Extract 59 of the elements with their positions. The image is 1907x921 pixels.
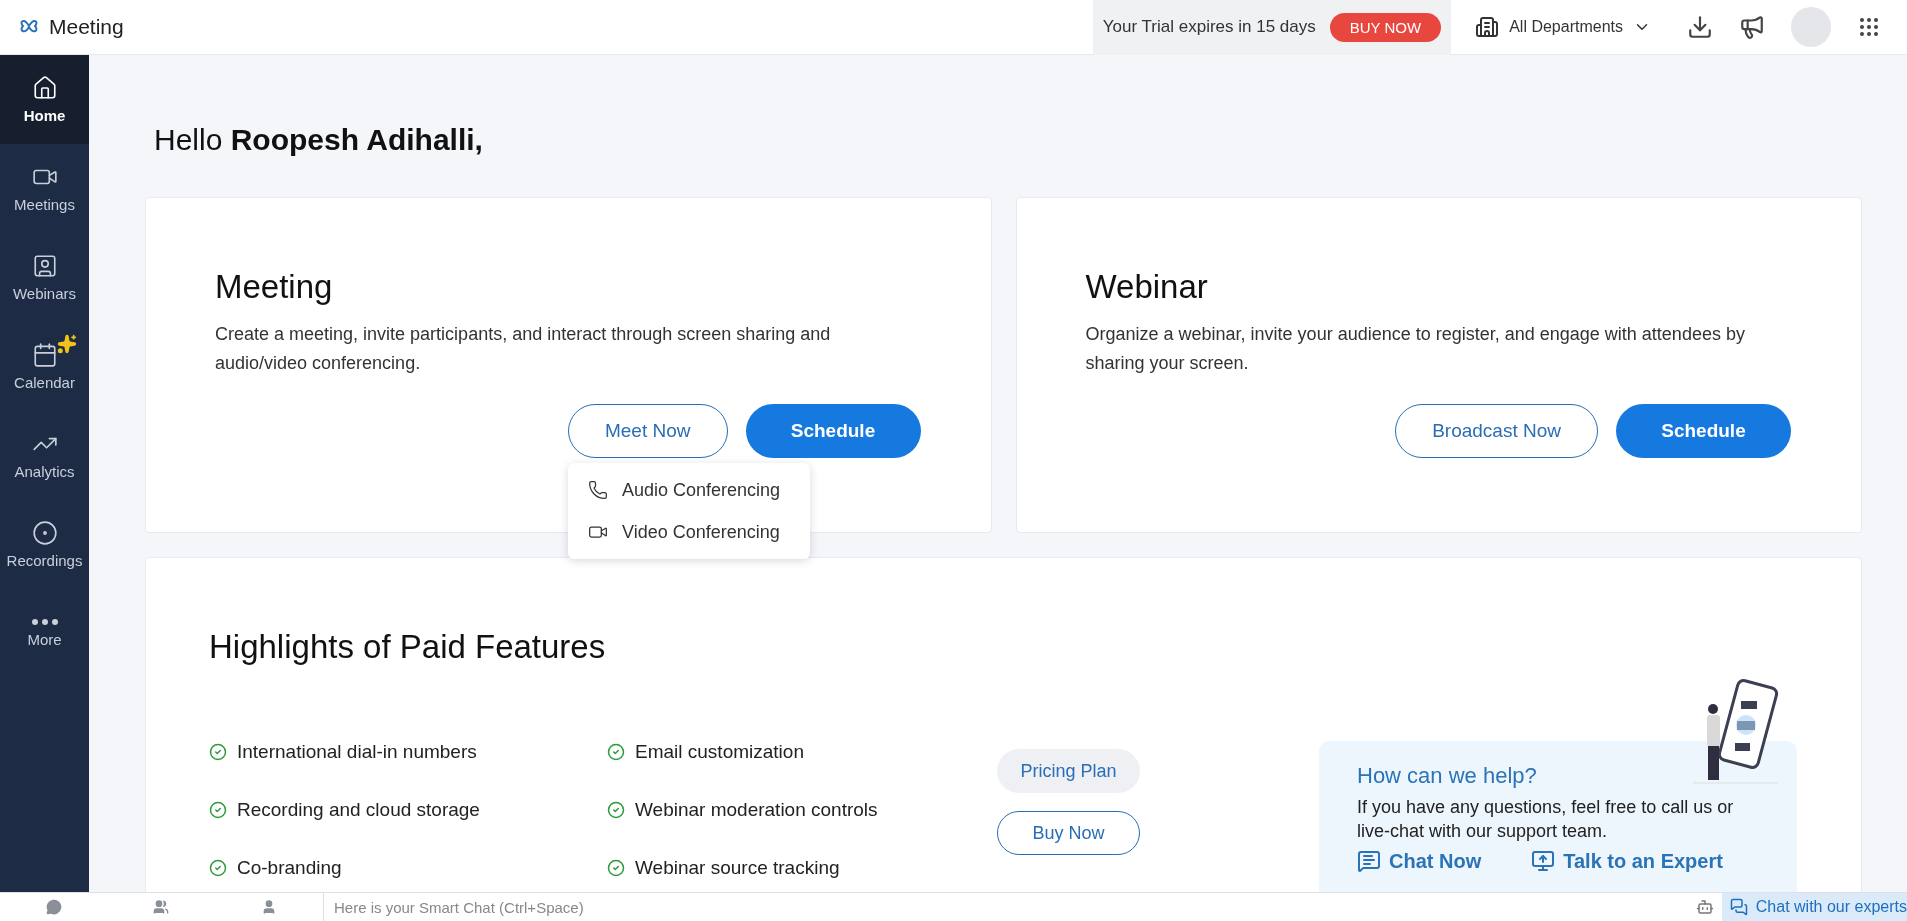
feature-text: Webinar moderation controls (635, 799, 878, 821)
help-title: How can we help? (1357, 763, 1538, 789)
talk-to-expert-link[interactable]: Talk to an Expert (1531, 849, 1723, 873)
sidebar-item[interactable]: Webinars (0, 233, 89, 322)
chat-icon (1357, 849, 1381, 873)
apps-grid-icon[interactable] (1857, 15, 1881, 39)
secondary-button[interactable]: Meet Now (567, 404, 728, 458)
more-icon (31, 619, 58, 625)
menu-item[interactable]: Video Conferencing (567, 511, 810, 553)
sidebar-item[interactable]: Meetings (0, 144, 89, 233)
chat-bubble-icon[interactable] (45, 899, 62, 915)
people-icon[interactable] (153, 899, 170, 915)
pricing-plan-button[interactable]: Pricing Plan (997, 749, 1140, 793)
buy-now-button[interactable]: BUY NOW (1329, 12, 1442, 42)
trial-text: Your Trial expires in 15 days (1102, 17, 1316, 37)
sidebar-item[interactable]: Calendar (0, 322, 89, 411)
calendar-icon (31, 342, 58, 368)
chat-now-link[interactable]: Chat Now (1357, 849, 1482, 873)
sidebar-item[interactable]: More (0, 589, 89, 678)
check-icon (607, 743, 625, 761)
check-icon (607, 801, 625, 819)
monitor-icon (1531, 849, 1556, 873)
menu-item[interactable]: Audio Conferencing (567, 469, 810, 511)
sparkle-icon (57, 334, 77, 354)
home-icon (31, 75, 58, 101)
feature-text: Recording and cloud storage (237, 799, 480, 821)
sidebar-item[interactable]: Analytics (0, 411, 89, 500)
feature-text: Co-branding (237, 857, 342, 879)
phone-icon (587, 480, 608, 500)
megaphone-icon[interactable] (1739, 14, 1765, 40)
feature-text: Webinar source tracking (635, 857, 840, 879)
card-description: Create a meeting, invite participants, and interact through screen sharing and audio/video conferencing. (215, 323, 832, 375)
card-description: Organize a webinar, invite your audience to register, and engage with attendees by sharing your screen. (1085, 323, 1746, 375)
help-text: If you have any questions, feel free to call us or live-chat with our support team. (1357, 796, 1735, 843)
sidebar-item[interactable]: Home (0, 55, 89, 144)
schedule-button[interactable]: Schedule (1616, 404, 1791, 458)
check-icon (209, 859, 227, 877)
check-icon (209, 801, 227, 819)
department-dropdown[interactable]: All Departments (1469, 14, 1657, 40)
card-title: Webinar (1085, 268, 1209, 306)
schedule-button[interactable]: Schedule (745, 404, 921, 458)
feature-text: Email customization (635, 741, 804, 763)
buy-now-button[interactable]: Buy Now (997, 811, 1140, 855)
check-icon (607, 859, 625, 877)
building-icon (1475, 15, 1500, 39)
feature-text: International dial-in numbers (237, 741, 477, 763)
check-icon (209, 743, 227, 761)
highlights-title: Highlights of Paid Features (209, 628, 607, 667)
record-icon (31, 520, 58, 546)
bot-icon[interactable] (1695, 898, 1714, 916)
sidebar-item[interactable]: Recordings (0, 500, 89, 589)
chat-bubbles-icon (1729, 898, 1748, 916)
secondary-button[interactable]: Broadcast Now (1395, 404, 1598, 458)
card-title: Meeting (215, 268, 334, 306)
download-icon[interactable] (1687, 14, 1713, 40)
app-name: Meeting (49, 15, 124, 39)
greeting: Hello Roopesh Adihalli, (154, 123, 484, 157)
person-screen-icon (31, 253, 58, 279)
chat-with-experts-button[interactable]: Chat with our experts (1721, 892, 1907, 921)
